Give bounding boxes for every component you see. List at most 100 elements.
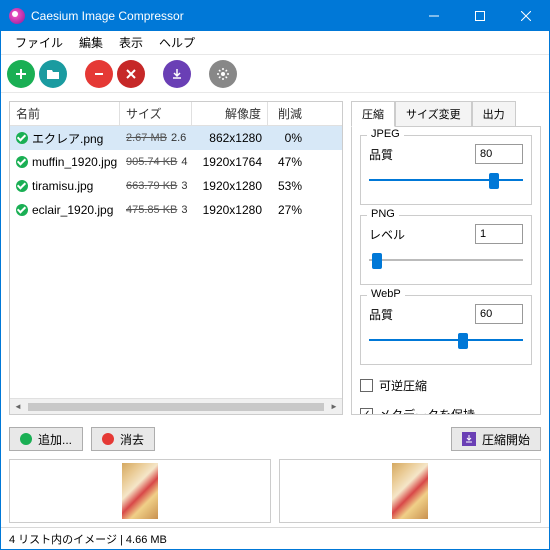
maximize-button[interactable] xyxy=(457,1,503,31)
settings-button[interactable] xyxy=(209,60,237,88)
menu-help[interactable]: ヘルプ xyxy=(151,31,203,54)
new-size: 3 xyxy=(181,204,187,216)
col-reduction[interactable]: 削減 xyxy=(268,102,308,125)
action-bar: 追加... 消去 圧縮開始 xyxy=(1,423,549,455)
resolution: 1920x1280 xyxy=(192,175,268,197)
thumbnail-original xyxy=(122,463,158,519)
check-icon xyxy=(16,204,28,216)
preview-area xyxy=(1,455,549,527)
reduction: 47% xyxy=(268,151,308,173)
table-row[interactable]: eclair_1920.jpg 475.85 KB 3 1920x128027% xyxy=(10,198,342,222)
resolution: 1920x1764 xyxy=(192,151,268,173)
jpeg-quality-slider[interactable] xyxy=(369,170,523,190)
old-size: 475.85 KB xyxy=(126,204,177,216)
tab-compress[interactable]: 圧縮 xyxy=(351,101,395,127)
new-size: 2.6 xyxy=(171,132,186,144)
resolution: 862x1280 xyxy=(192,127,268,149)
file-name: muffin_1920.jpg xyxy=(32,155,117,169)
metadata-label: メタデータを保持 xyxy=(379,406,475,415)
reduction: 53% xyxy=(268,175,308,197)
add-folder-button[interactable] xyxy=(39,60,67,88)
png-group: PNG レベル xyxy=(360,215,532,285)
metadata-row[interactable]: ✓ メタデータを保持 xyxy=(360,406,532,415)
file-name: eclair_1920.jpg xyxy=(32,203,113,217)
table-row[interactable]: muffin_1920.jpg 905.74 KB 4 1920x176447% xyxy=(10,150,342,174)
reduction: 27% xyxy=(268,199,308,221)
table-header: 名前 サイズ 解像度 削減 xyxy=(10,102,342,126)
lossless-row[interactable]: 可逆圧縮 xyxy=(360,377,532,394)
resolution: 1920x1280 xyxy=(192,199,268,221)
webp-quality-label: 品質 xyxy=(369,306,393,323)
tab-resize[interactable]: サイズ変更 xyxy=(395,101,472,127)
lossless-checkbox[interactable] xyxy=(360,379,373,392)
minus-icon xyxy=(102,433,114,445)
clear-all-button[interactable] xyxy=(117,60,145,88)
file-name: tiramisu.jpg xyxy=(32,179,93,193)
window-controls xyxy=(411,1,549,31)
close-button[interactable] xyxy=(503,1,549,31)
scroll-right-icon[interactable]: ► xyxy=(326,399,342,415)
status-bar: 4 リスト内のイメージ | 4.66 MB xyxy=(1,527,549,549)
titlebar: Caesium Image Compressor xyxy=(1,1,549,31)
remove-button[interactable] xyxy=(85,60,113,88)
horizontal-scrollbar[interactable]: ◄ ► xyxy=(10,398,342,414)
clear-button[interactable]: 消去 xyxy=(91,427,155,451)
window-title: Caesium Image Compressor xyxy=(31,9,411,23)
col-name[interactable]: 名前 xyxy=(10,102,120,125)
metadata-checkbox[interactable]: ✓ xyxy=(360,408,373,415)
toolbar xyxy=(1,55,549,93)
menubar: ファイル 編集 表示 ヘルプ xyxy=(1,31,549,55)
menu-edit[interactable]: 編集 xyxy=(71,31,111,54)
col-size[interactable]: サイズ xyxy=(120,102,192,125)
add-button[interactable]: 追加... xyxy=(9,427,83,451)
png-level-label: レベル xyxy=(369,226,405,243)
start-compress-button[interactable]: 圧縮開始 xyxy=(451,427,541,451)
png-level-slider[interactable] xyxy=(369,250,523,270)
jpeg-title: JPEG xyxy=(367,128,404,140)
menu-view[interactable]: 表示 xyxy=(111,31,151,54)
check-icon xyxy=(16,180,28,192)
table-row[interactable]: tiramisu.jpg 663.79 KB 3 1920x128053% xyxy=(10,174,342,198)
jpeg-quality-input[interactable] xyxy=(475,144,523,164)
jpeg-group: JPEG 品質 xyxy=(360,135,532,205)
webp-group: WebP 品質 xyxy=(360,295,532,365)
preview-original xyxy=(9,459,271,523)
settings-tabs: 圧縮 サイズ変更 出力 xyxy=(351,101,541,127)
menu-file[interactable]: ファイル xyxy=(7,31,71,54)
new-size: 3 xyxy=(181,180,187,192)
webp-quality-input[interactable] xyxy=(475,304,523,324)
thumbnail-compressed xyxy=(392,463,428,519)
app-window: Caesium Image Compressor ファイル 編集 表示 ヘルプ … xyxy=(0,0,550,550)
check-icon xyxy=(16,132,28,144)
old-size: 2.67 MB xyxy=(126,132,167,144)
add-file-button[interactable] xyxy=(7,60,35,88)
download-icon xyxy=(462,432,476,446)
tab-panel: JPEG 品質 PNG レベル xyxy=(351,126,541,415)
content-area: 名前 サイズ 解像度 削減 エクレア.png 2.67 MB 2.6 862x1280… xyxy=(1,93,549,423)
old-size: 663.79 KB xyxy=(126,180,177,192)
table-body: エクレア.png2.67 MB2.6862x12800%muffin_1920.… xyxy=(10,126,342,398)
png-title: PNG xyxy=(367,208,399,220)
webp-quality-slider[interactable] xyxy=(369,330,523,350)
jpeg-quality-label: 品質 xyxy=(369,146,393,163)
compress-button[interactable] xyxy=(163,60,191,88)
settings-panel: 圧縮 サイズ変更 出力 JPEG 品質 PNG xyxy=(351,101,541,415)
plus-icon xyxy=(20,433,32,445)
file-list-panel: 名前 サイズ 解像度 削減 エクレア.png 2.67 MB 2.6 862x1280… xyxy=(9,101,343,415)
check-icon xyxy=(16,156,28,168)
table-row[interactable]: エクレア.png 2.67 MB 2.6 862x12800% xyxy=(10,126,342,150)
webp-title: WebP xyxy=(367,288,405,300)
lossless-label: 可逆圧縮 xyxy=(379,377,427,394)
tab-output[interactable]: 出力 xyxy=(472,101,516,127)
old-size: 905.74 KB xyxy=(126,156,177,168)
scroll-left-icon[interactable]: ◄ xyxy=(10,399,26,415)
reduction: 0% xyxy=(268,127,308,149)
png-level-input[interactable] xyxy=(475,224,523,244)
new-size: 4 xyxy=(181,156,187,168)
preview-compressed xyxy=(279,459,541,523)
scroll-thumb[interactable] xyxy=(28,403,324,411)
col-resolution[interactable]: 解像度 xyxy=(192,102,268,125)
app-icon xyxy=(9,8,25,24)
minimize-button[interactable] xyxy=(411,1,457,31)
file-name: エクレア.png xyxy=(32,130,103,147)
